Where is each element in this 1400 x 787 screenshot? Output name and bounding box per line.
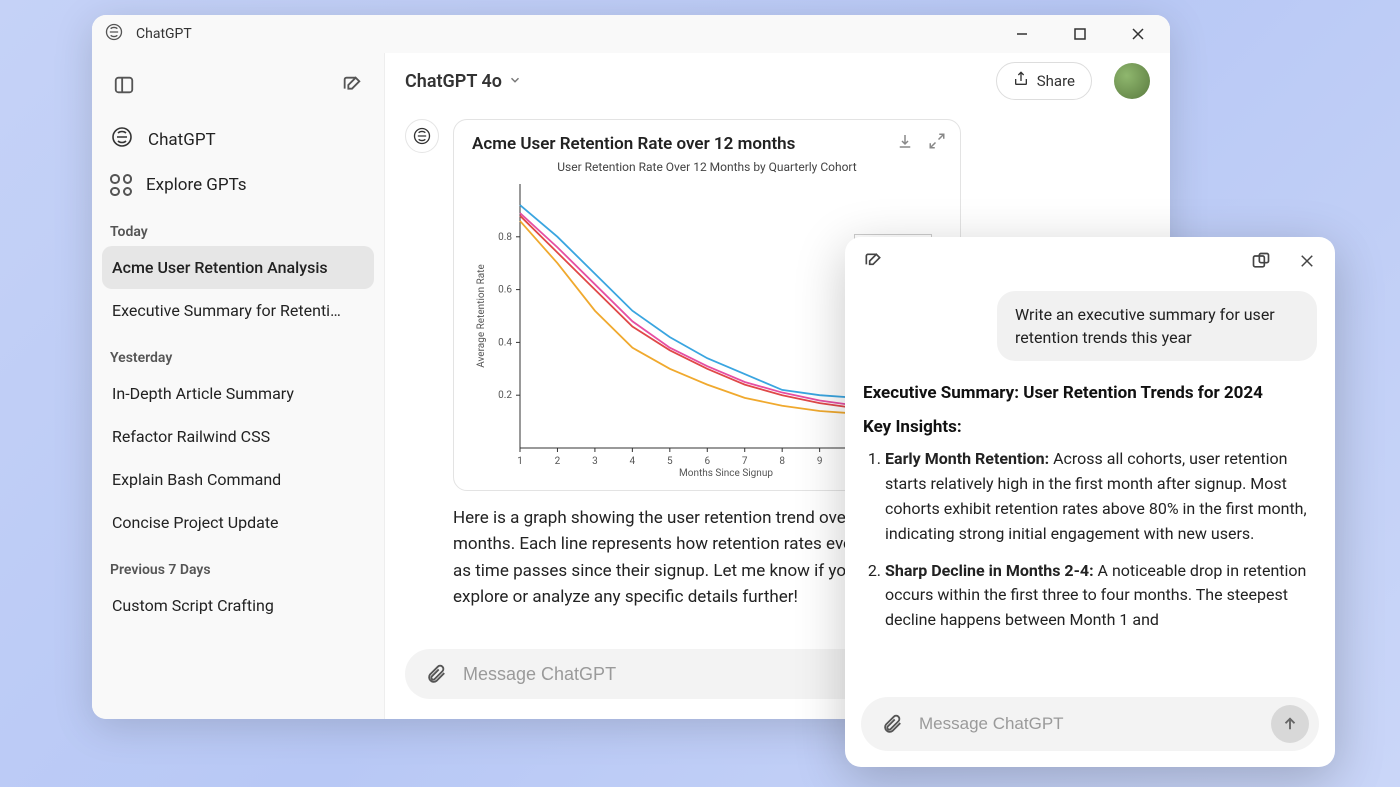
insights-list: Early Month Retention: Across all cohort… [863,447,1317,633]
user-message: Write an executive summary for user rete… [997,291,1317,361]
floating-panel-header [845,237,1335,285]
svg-text:Months Since Signup: Months Since Signup [679,468,773,478]
model-selector[interactable]: ChatGPT 4o [405,71,522,92]
chat-history-item[interactable]: Custom Script Crafting [102,584,374,627]
floating-attach-button[interactable] [877,709,907,739]
assistant-avatar [405,119,439,153]
model-label: ChatGPT 4o [405,71,502,92]
download-icon[interactable] [896,132,914,154]
maximize-button[interactable] [1060,22,1100,46]
close-button[interactable] [1118,22,1158,46]
nav-chatgpt[interactable]: ChatGPT [102,115,374,164]
nav-label: Explore GPTs [146,175,247,195]
chat-history-item[interactable]: Explain Bash Command [102,458,374,501]
close-icon[interactable] [1293,247,1321,275]
key-insights-label: Key Insights: [863,417,1317,437]
nav-label: ChatGPT [148,130,216,150]
user-avatar[interactable] [1114,63,1150,99]
svg-text:0.6: 0.6 [498,285,512,296]
chat-history-item[interactable]: Executive Summary for Retenti… [102,289,374,332]
section-label: Yesterday [102,332,374,372]
send-button[interactable] [1271,705,1309,743]
titlebar: ChatGPT [92,15,1170,53]
minimize-button[interactable] [1002,22,1042,46]
new-chat-button[interactable] [334,67,370,103]
new-chat-icon[interactable] [859,247,887,275]
sidebar: ChatGPT Explore GPTs TodayAcme User Rete… [92,53,385,719]
svg-text:0.4: 0.4 [498,337,512,348]
svg-text:2: 2 [555,456,561,467]
attach-button[interactable] [421,659,451,689]
svg-text:6: 6 [704,456,710,467]
svg-text:0.2: 0.2 [498,390,512,401]
svg-text:7: 7 [742,456,748,467]
content-header: ChatGPT 4o Share [385,53,1170,109]
floating-message-input[interactable] [919,714,1259,734]
section-label: Today [102,206,374,246]
insight-item: Early Month Retention: Across all cohort… [885,447,1317,546]
share-label: Share [1037,72,1075,90]
chevron-down-icon [508,71,522,92]
svg-text:8: 8 [779,456,785,467]
summary-title: Executive Summary: User Retention Trends… [863,383,1317,403]
app-logo-icon [104,22,124,46]
chat-history-item[interactable]: Concise Project Update [102,501,374,544]
svg-text:4: 4 [630,456,636,467]
expand-icon[interactable] [928,132,946,154]
insight-item: Sharp Decline in Months 2-4: A noticeabl… [885,559,1317,633]
logo-icon [110,125,134,154]
chart-subtitle: User Retention Rate Over 12 Months by Qu… [472,160,942,174]
chat-history-item[interactable]: In-Depth Article Summary [102,372,374,415]
section-label: Previous 7 Days [102,544,374,584]
floating-panel-body: Write an executive summary for user rete… [845,285,1335,689]
pop-out-icon[interactable] [1247,247,1275,275]
collapse-sidebar-button[interactable] [106,67,142,103]
share-icon [1013,71,1029,91]
svg-text:0.8: 0.8 [498,232,512,243]
grid-icon [110,174,132,196]
svg-text:9: 9 [817,456,823,467]
svg-text:Average Retention Rate: Average Retention Rate [476,264,487,368]
share-button[interactable]: Share [996,62,1092,100]
chat-history-item[interactable]: Refactor Railwind CSS [102,415,374,458]
chart-card-title: Acme User Retention Rate over 12 months [472,134,942,154]
svg-text:5: 5 [667,456,673,467]
svg-text:1: 1 [517,456,523,467]
app-title: ChatGPT [136,26,192,42]
chat-history-item[interactable]: Acme User Retention Analysis [102,246,374,289]
floating-panel: Write an executive summary for user rete… [845,237,1335,767]
svg-text:3: 3 [592,456,598,467]
nav-explore-gpts[interactable]: Explore GPTs [102,164,374,206]
floating-composer [861,697,1319,751]
